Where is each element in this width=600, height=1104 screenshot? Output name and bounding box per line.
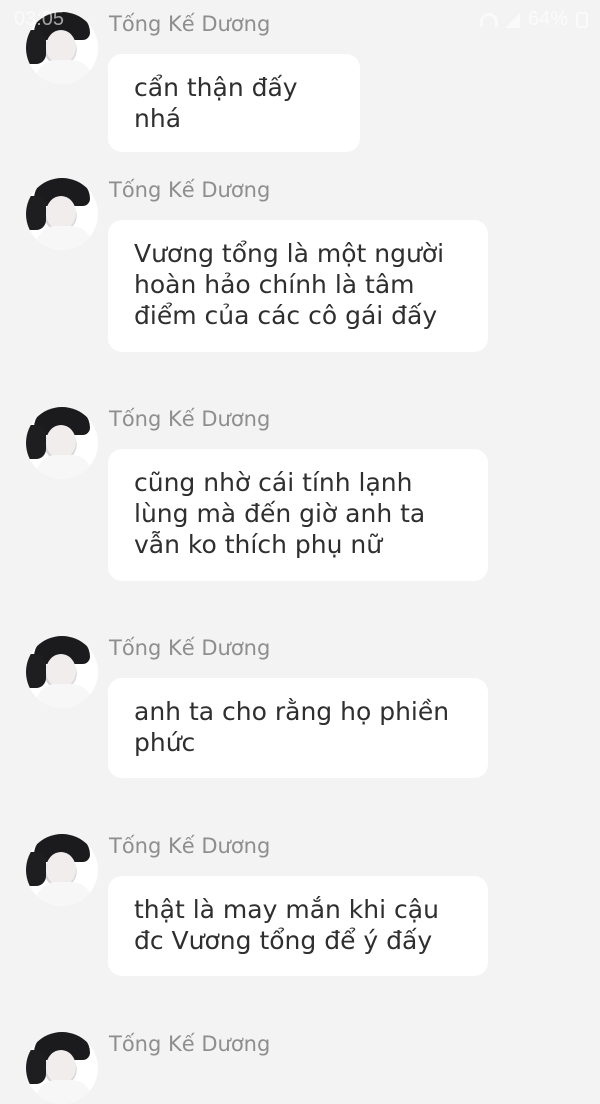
status-indicators: 64% [479,8,588,31]
sender-name: Tống Kế Dương [109,407,271,431]
sender-name: Tống Kế Dương [109,1032,271,1056]
avatar-shadow [26,196,46,230]
message-bubble[interactable]: thật là may mắn khi cậu đc Vương tổng để… [108,876,488,976]
battery-icon [576,11,588,28]
avatar-shadow [26,852,46,886]
battery-percent: 64% [527,8,568,30]
avatar-shirt [36,684,92,708]
avatar-face [46,30,76,64]
signal-icon [505,11,520,28]
avatar-shadow [26,1050,46,1084]
avatar[interactable] [26,636,98,708]
avatar-shirt [36,60,92,84]
avatar-face [46,1050,76,1084]
avatar[interactable] [26,12,98,84]
avatar-shirt [36,882,92,906]
sender-name: Tống Kế Dương [109,12,271,36]
avatar-face [46,425,76,459]
wifi-icon [479,12,498,27]
avatar[interactable] [26,1032,98,1104]
avatar-shirt [36,455,92,479]
message-bubble[interactable]: cũng nhờ cái tính lạnh lùng mà đến giờ a… [108,449,488,581]
avatar-shirt [36,226,92,250]
avatar-shadow [26,425,46,459]
message-bubble[interactable]: Vương tổng là một người hoàn hảo chính l… [108,220,488,352]
avatar[interactable] [26,834,98,906]
sender-name: Tống Kế Dương [109,178,271,202]
avatar-shadow [26,654,46,688]
avatar-face [46,654,76,688]
avatar-shirt [36,1080,92,1104]
message-bubble[interactable]: anh ta cho rằng họ phiền phức [108,678,488,778]
sender-name: Tống Kế Dương [109,636,271,660]
avatar-shadow [26,30,46,64]
sender-name: Tống Kế Dương [109,834,271,858]
avatar[interactable] [26,407,98,479]
message-bubble[interactable]: cẩn thận đấy nhá [108,54,360,152]
avatar-face [46,852,76,886]
avatar[interactable] [26,178,98,250]
avatar-face [46,196,76,230]
